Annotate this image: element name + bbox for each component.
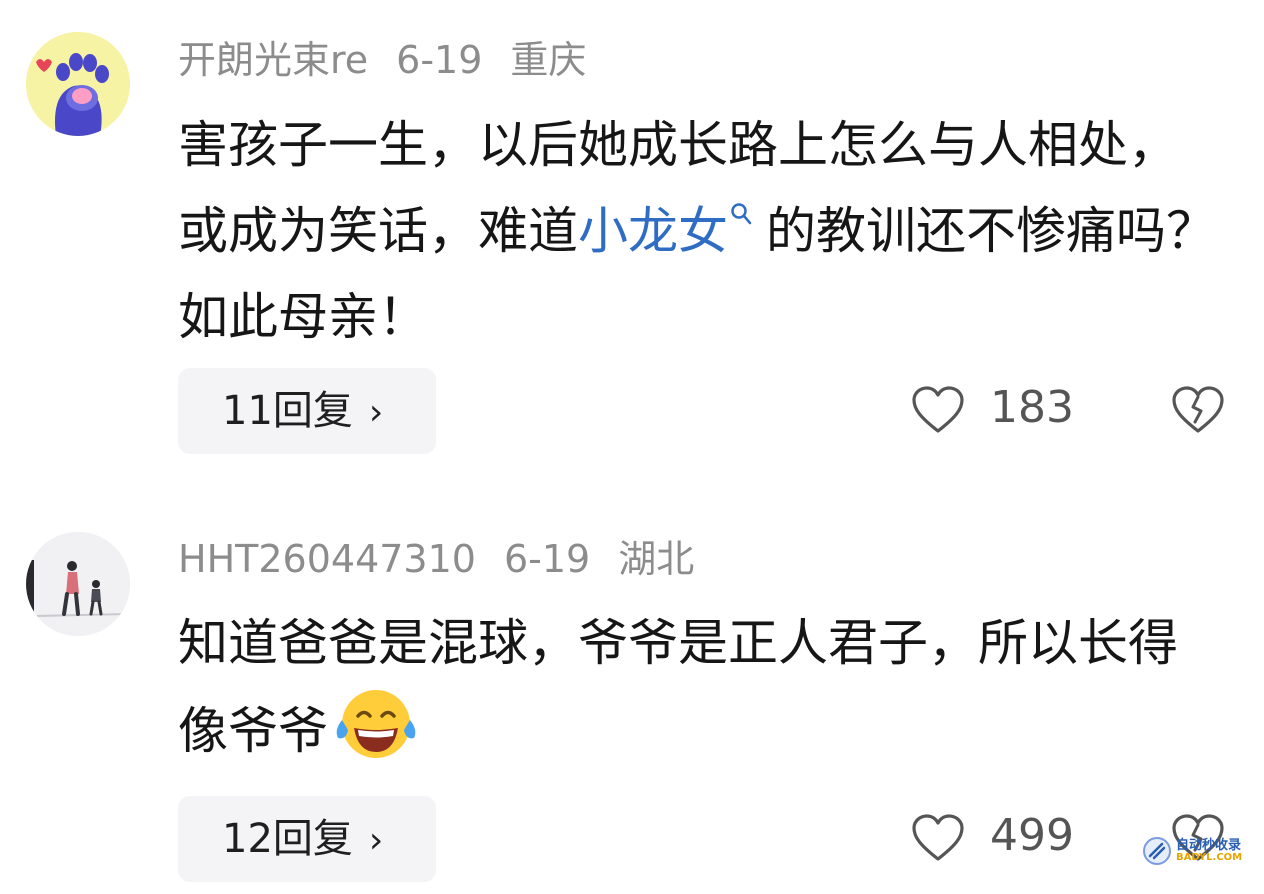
comment-item: HHT260447310 6-19 湖北 知道爸爸是混球，爷爷是正人君子，所以长得像… [0,520,1264,894]
comment-text: 害孩子一生，以后她成长路上怎么与人相处，或成为笑话，难道小龙女 的教训还不惨痛吗？… [178,102,1218,360]
comment-date: 6-19 [396,38,483,82]
chevron-right-icon: › [368,392,384,433]
broken-heart-icon[interactable] [1170,384,1226,436]
keyword-link[interactable]: 小龙女 [578,202,728,260]
paw-avatar-icon [26,32,130,136]
like-count: 499 [990,810,1074,861]
comment-location: 重庆 [510,38,587,82]
comment-item: 开朗光束re 6-19 重庆 害孩子一生，以后她成长路上怎么与人相处，或成为笑话，难… [0,0,1264,470]
comment-meta: 开朗光束re 6-19 重庆 [178,36,614,84]
laughing-tears-emoji-icon [336,690,416,758]
username[interactable]: 开朗光束re [178,38,368,82]
comment-date: 6-19 [503,537,591,581]
username[interactable]: HHT260447310 [178,537,476,581]
watermark-logo-icon [1143,837,1171,865]
comment-meta: HHT260447310 6-19 湖北 [178,535,722,583]
user-avatar[interactable] [26,32,130,136]
watermark: 自动秒收录 BADYL.COM [1142,832,1260,872]
chevron-right-icon: › [368,820,384,861]
watermark-url: BADYL.COM [1176,852,1243,863]
like-count: 183 [990,382,1074,433]
comment-text-part: 知道爸爸是混球，爷爷是正人君子，所以长得像爷爷 [178,614,1178,760]
heart-outline-icon[interactable] [910,812,966,864]
replies-label: 12回复 [222,816,353,862]
watermark-text: 自动秒收录 [1176,838,1242,853]
replies-label: 11回复 [222,388,353,434]
user-avatar[interactable] [26,532,130,636]
comment-location: 湖北 [618,537,695,581]
search-icon[interactable] [730,202,752,226]
replies-button[interactable]: 12回复 › [178,796,436,882]
heart-outline-icon[interactable] [910,384,966,436]
comment-text: 知道爸爸是混球，爷爷是正人君子，所以长得像爷爷 [178,600,1218,774]
replies-button[interactable]: 11回复 › [178,368,436,454]
photo-avatar-icon [26,532,130,636]
